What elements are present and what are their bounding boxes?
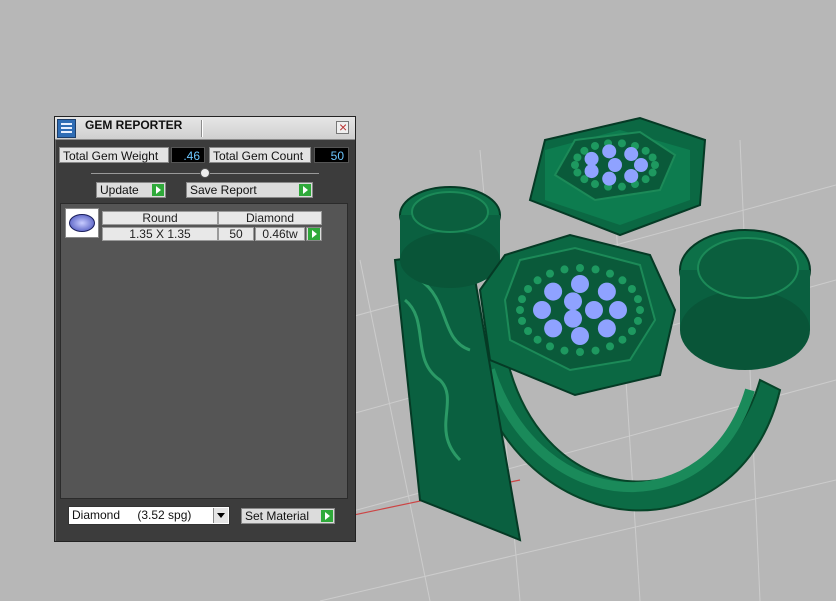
gem-stone — [576, 348, 584, 356]
gem-stone — [602, 144, 617, 159]
gem-stone — [560, 265, 569, 274]
gem-stone — [641, 146, 650, 155]
gem-stone — [585, 301, 603, 319]
gem-stone — [524, 285, 533, 293]
slider-thumb[interactable] — [200, 168, 210, 178]
save-report-button-label: Save Report — [190, 183, 257, 197]
set-material-button[interactable]: Set Material — [241, 508, 335, 524]
total-count-value: 50 — [314, 147, 349, 163]
gem-stone — [633, 295, 642, 304]
gem-stone — [641, 175, 650, 184]
gem-shape: Round — [102, 211, 218, 225]
gem-stone — [602, 171, 617, 186]
gem-stone — [584, 151, 599, 166]
close-icon: × — [339, 119, 348, 135]
total-weight-label: Total Gem Weight — [59, 147, 169, 163]
play-arrow-icon — [152, 184, 164, 196]
update-button[interactable]: Update — [96, 182, 166, 198]
gem-stone — [591, 141, 599, 150]
gem-material: Diamond — [218, 211, 322, 225]
gem-reporter-panel: GEM REPORTER × Total Gem Weight .46 Tota… — [54, 116, 356, 542]
title-separator — [201, 120, 203, 137]
gem-stone — [571, 327, 589, 345]
oval-gem-icon — [65, 208, 99, 238]
gem-stone — [591, 346, 600, 355]
gem-stone — [544, 282, 563, 301]
gem-stone — [617, 182, 626, 191]
gem-stone — [546, 342, 554, 351]
gem-stone — [617, 139, 626, 148]
gem-stone — [573, 168, 582, 177]
total-count-label: Total Gem Count — [209, 147, 311, 163]
gem-stone — [651, 161, 659, 169]
title-bar[interactable]: GEM REPORTER × — [55, 117, 355, 140]
window-title: GEM REPORTER — [85, 118, 183, 132]
gem-stone — [560, 346, 569, 355]
gem-stone — [627, 327, 636, 335]
gem-stone — [634, 158, 648, 172]
gem-stone — [518, 316, 527, 325]
play-arrow-icon — [321, 510, 333, 522]
gem-stone — [533, 301, 551, 319]
gem-stone — [571, 161, 579, 169]
gem-stone — [624, 147, 639, 162]
gem-stone — [606, 342, 614, 351]
material-select-name: Diamond — [72, 508, 121, 522]
play-arrow-icon — [299, 184, 311, 196]
save-report-button[interactable]: Save Report — [186, 182, 313, 198]
gem-stone — [591, 265, 600, 274]
gem-stone — [597, 282, 616, 301]
gem-stone — [571, 275, 589, 293]
material-select-sg: (3.52 spg) — [137, 508, 192, 522]
gem-stone — [648, 153, 657, 162]
gem-stone — [606, 269, 614, 278]
gem-list[interactable]: Round Diamond 1.35 X 1.35 50 0.46tw — [60, 203, 348, 499]
gem-stone — [597, 319, 616, 338]
gem-stone — [546, 269, 554, 278]
chevron-down-icon[interactable] — [213, 508, 228, 523]
gem-stone — [518, 295, 527, 304]
gem-stone — [608, 158, 622, 172]
gem-stone — [573, 153, 582, 162]
gem-stone — [591, 180, 599, 189]
gem-weight: 0.46tw — [255, 227, 305, 241]
gem-stone — [564, 292, 582, 311]
gem-stone — [533, 276, 542, 285]
gem-count: 50 — [218, 227, 254, 241]
play-arrow-icon — [308, 228, 320, 240]
close-button[interactable]: × — [336, 119, 349, 135]
gem-stone — [564, 309, 582, 328]
gem-detail-button[interactable] — [306, 227, 322, 241]
gem-stone — [618, 276, 627, 285]
gem-reporter-app-icon — [57, 119, 76, 138]
gem-stone — [648, 168, 657, 177]
total-weight-value: .46 — [171, 147, 205, 163]
gem-size: 1.35 X 1.35 — [102, 227, 218, 241]
gem-stone — [636, 306, 644, 314]
gem-stone — [609, 301, 627, 319]
gem-stone — [584, 164, 599, 179]
gem-stone — [524, 327, 533, 335]
material-select[interactable]: Diamond (3.52 spg) — [68, 506, 230, 525]
set-material-button-label: Set Material — [245, 509, 310, 523]
gem-stone — [533, 335, 542, 344]
gem-stone — [627, 285, 636, 293]
gem-stone — [633, 316, 642, 325]
gem-stone — [624, 168, 639, 183]
gem-stone — [618, 335, 627, 344]
update-button-label: Update — [100, 183, 139, 197]
gem-stone — [544, 319, 563, 338]
gem-stone — [516, 306, 524, 314]
gem-stone — [576, 264, 584, 272]
